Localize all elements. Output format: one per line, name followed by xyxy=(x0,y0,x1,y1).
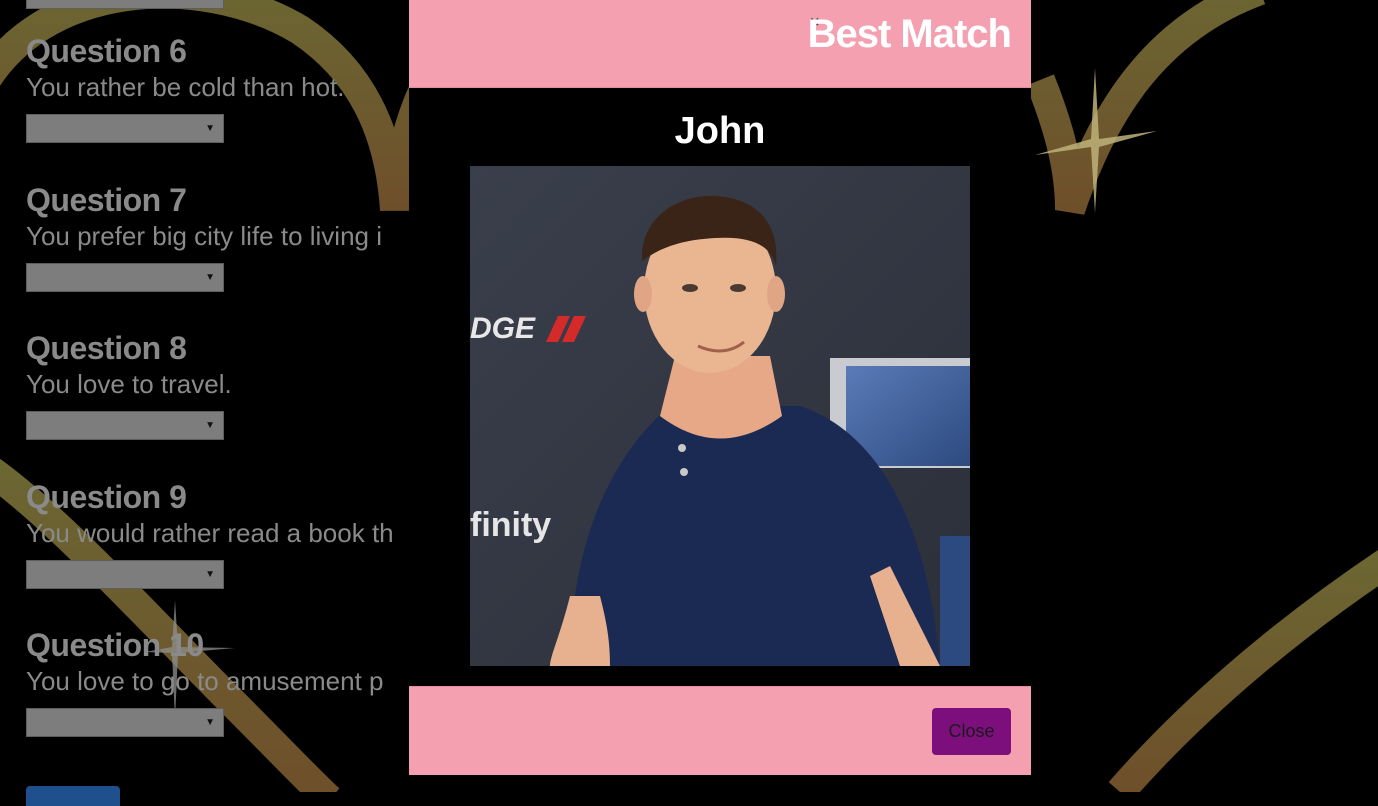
close-button[interactable]: Close xyxy=(932,708,1011,755)
svg-text:DGE: DGE xyxy=(470,312,536,345)
modal-title: Best Match xyxy=(807,12,1012,56)
best-match-modal: × Best Match John DGE finity Close xyxy=(409,0,1031,775)
modal-header: × Best Match xyxy=(409,0,1031,88)
modal-footer: Close xyxy=(409,686,1031,775)
match-photo: DGE finity xyxy=(470,166,970,666)
svg-text:finity: finity xyxy=(470,506,551,544)
match-name: John xyxy=(674,110,766,152)
